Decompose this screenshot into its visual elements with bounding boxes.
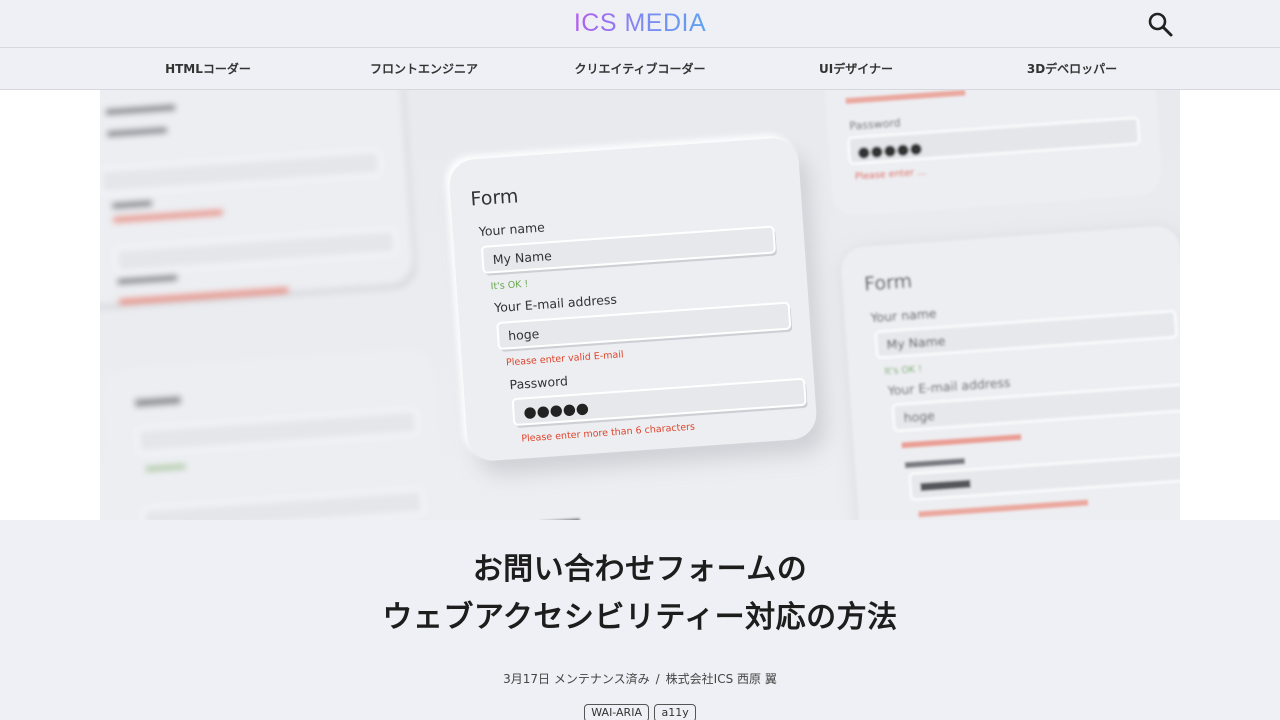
article-date: 3月17日 メンテナンス済み [503,672,650,686]
category-creative-coder[interactable]: クリエイティブコーダー [565,49,715,89]
hero-card-right: Form Your name My Name It's OK ! Your E-… [841,226,1180,520]
hero-image: ●●●●● Password Please enter ... Form You… [100,90,1180,520]
article-tags: WAI-ARIA a11y [340,704,940,720]
category-html-coder[interactable]: HTMLコーダー [148,49,268,89]
svg-text:Form: Form [864,270,913,295]
svg-text:Form: Form [470,185,519,210]
article-title-line-2: ウェブアクセシビリティー対応の方法 [382,600,898,635]
svg-text:hoge: hoge [903,408,935,425]
tag-wai-aria[interactable]: WAI-ARIA [584,704,649,720]
hero-card-bottom-center [519,479,822,520]
hero-card-top-right: ●●●●● Password Please enter ... [823,90,1162,216]
tag-a11y[interactable]: a11y [654,704,696,720]
hero-card-top-left [100,90,418,310]
article-meta: 3月17日 メンテナンス済み / 株式会社ICS 西原 翼 [340,670,940,687]
hero-right-margin [1180,90,1280,520]
site-header: ICS MEDIA [0,0,1280,48]
search-icon[interactable] [1146,10,1174,38]
article-title-line-1: お問い合わせフォームの [472,552,808,587]
svg-text:hoge: hoge [508,326,540,343]
category-ui-designer[interactable]: UIデザイナー [796,49,916,89]
hero-card-bottom-left [104,350,447,520]
hero-left-margin [0,90,100,520]
article-author[interactable]: 株式会社ICS 西原 翼 [666,672,777,686]
hero-card-main: Form Your name My Name It's OK ! Your E-… [445,134,827,475]
site-logo[interactable]: ICS MEDIA [540,9,740,38]
category-3d-developer[interactable]: 3Dデベロッパー [1006,49,1138,89]
category-nav: HTMLコーダー フロントエンジニア クリエイティブコーダー UIデザイナー 3… [0,49,1280,90]
category-front-engineer[interactable]: フロントエンジニア [354,49,494,89]
meta-separator: / [655,672,660,686]
article-title: お問い合わせフォームの ウェブアクセシビリティー対応の方法 [240,546,1040,642]
